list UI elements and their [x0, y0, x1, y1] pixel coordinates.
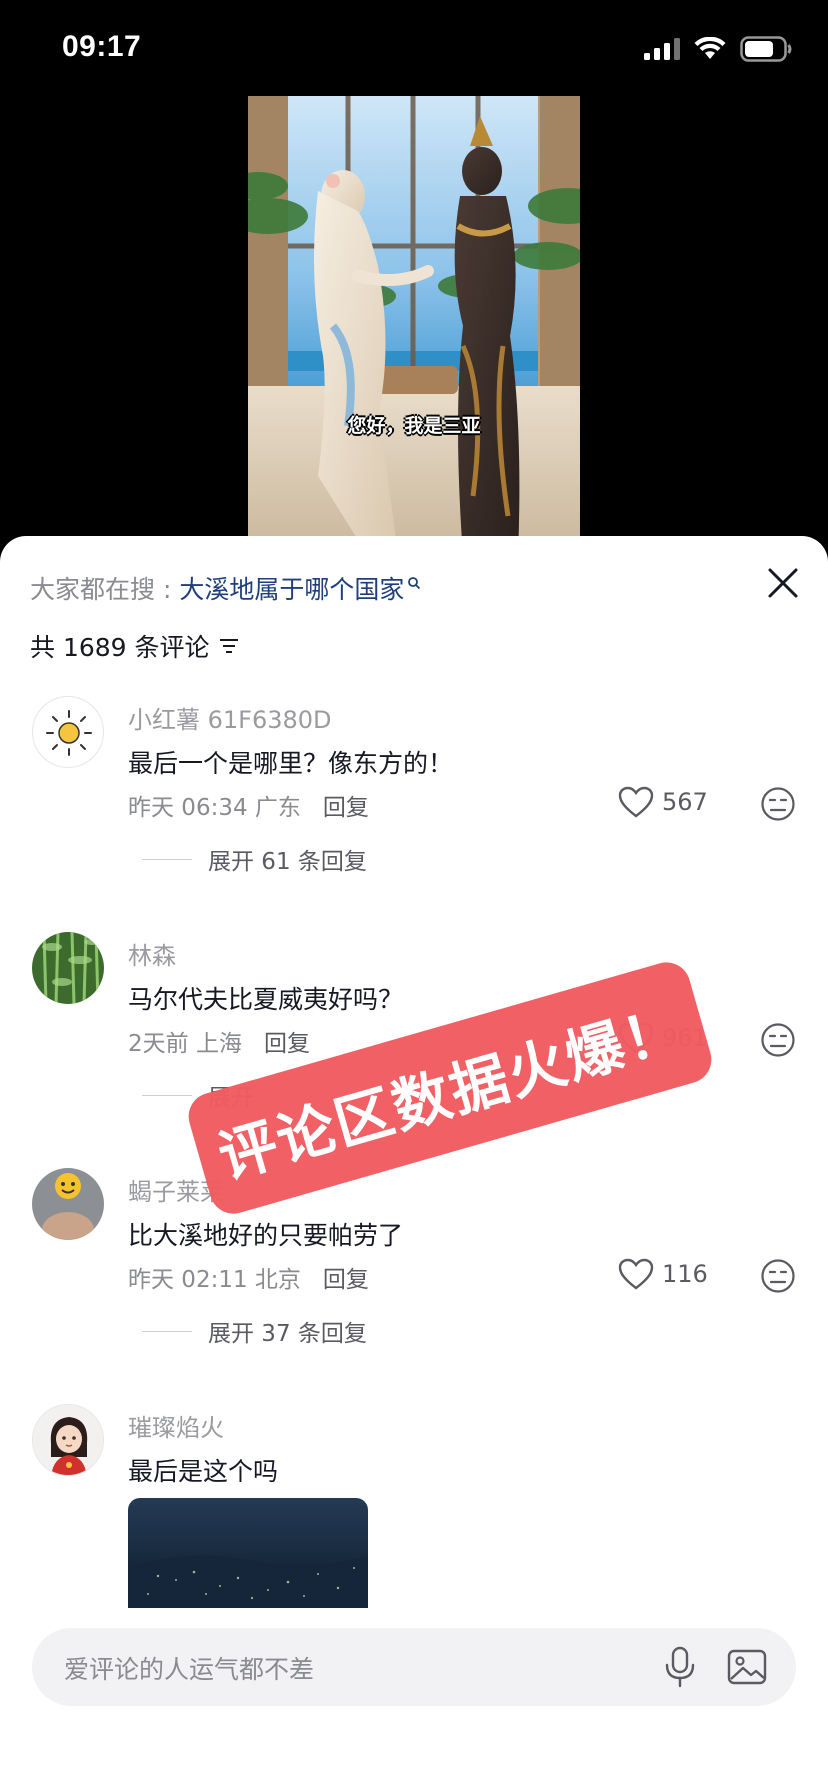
- avatar-image: [32, 1168, 104, 1240]
- video-frame: [248, 96, 580, 556]
- expand-divider: [142, 1330, 192, 1332]
- comment-text: 最后一个是哪里？像东方的！: [128, 749, 454, 778]
- like-button[interactable]: 116: [618, 1258, 708, 1290]
- expand-divider: [142, 858, 192, 860]
- status-time: 09:17: [62, 30, 142, 63]
- comment-image[interactable]: [128, 1498, 368, 1608]
- wifi-icon: [694, 37, 726, 59]
- heart-icon: [618, 786, 654, 818]
- night-city-image: [128, 1498, 368, 1608]
- signal-icon: [644, 38, 680, 60]
- reply-button[interactable]: 回复: [323, 788, 369, 822]
- avatar[interactable]: [32, 696, 104, 768]
- comment-meta: 2天前 上海 回复: [128, 1024, 310, 1058]
- close-icon[interactable]: [766, 566, 800, 600]
- expand-replies-label: 展开 61 条回复: [208, 849, 367, 875]
- image-icon[interactable]: [726, 1646, 768, 1688]
- comment-sheet: 大家都在搜 : 大溪地属于哪个国家 共 1689 条评论 小红薯 61F6380…: [0, 536, 828, 1792]
- avatar[interactable]: [32, 1168, 104, 1240]
- like-count: 116: [662, 1260, 708, 1288]
- comment-text: 最后是这个吗: [128, 1457, 279, 1486]
- sort-icon[interactable]: [218, 636, 240, 656]
- comment-count-row: 共 1689 条评论: [30, 628, 240, 664]
- expand-divider: [142, 1094, 192, 1096]
- bamboo-avatar-image: [32, 932, 104, 1004]
- like-count: 567: [662, 788, 708, 816]
- like-button[interactable]: 567: [618, 786, 708, 818]
- comment-meta: 昨天 06:34 广东 回复: [128, 788, 369, 822]
- comment-meta: 昨天 02:11 北京 回复: [128, 1260, 369, 1294]
- status-icons: [644, 36, 792, 62]
- comment-text: 比大溪地好的只要帕劳了: [128, 1221, 404, 1250]
- dislike-face-icon[interactable]: [760, 786, 796, 822]
- battery-icon: [740, 36, 792, 62]
- search-suggestion-prefix: 大家都在搜 :: [30, 575, 172, 604]
- dislike-face-icon[interactable]: [760, 1022, 796, 1058]
- video-player[interactable]: 您好，我是三亚: [248, 96, 580, 556]
- comment-time-location: 昨天 02:11 北京: [128, 1267, 301, 1293]
- avatar-image: [33, 1405, 103, 1475]
- search-icon: [408, 577, 421, 590]
- comment-input-placeholder[interactable]: 爱评论的人运气都不差: [64, 1650, 314, 1686]
- search-suggestion-term[interactable]: 大溪地属于哪个国家: [179, 570, 404, 606]
- heart-icon: [618, 1258, 654, 1290]
- video-caption: 您好，我是三亚: [347, 415, 481, 437]
- comment-username[interactable]: 璀璨焰火: [128, 1408, 224, 1443]
- comment-username[interactable]: 小红薯 61F6380D: [128, 700, 332, 735]
- comment-count: 共 1689 条评论: [30, 633, 210, 662]
- sun-icon: [46, 710, 92, 756]
- avatar[interactable]: [32, 932, 104, 1004]
- expand-replies-button[interactable]: 展开 61 条回复: [142, 842, 367, 876]
- status-bar: 09:17: [0, 0, 828, 96]
- expand-replies-label: 展开 37 条回复: [208, 1321, 367, 1347]
- comment-username[interactable]: 林森: [128, 936, 176, 971]
- avatar[interactable]: [32, 1404, 104, 1476]
- reply-button[interactable]: 回复: [264, 1024, 310, 1058]
- comment-time-location: 2天前 上海: [128, 1031, 242, 1057]
- reply-button[interactable]: 回复: [323, 1260, 369, 1294]
- expand-replies-button[interactable]: 展开 37 条回复: [142, 1314, 367, 1348]
- microphone-icon[interactable]: [660, 1646, 700, 1688]
- comment-input-bar[interactable]: 爱评论的人运气都不差: [32, 1628, 796, 1706]
- dislike-face-icon[interactable]: [760, 1258, 796, 1294]
- search-suggestion[interactable]: 大家都在搜 : 大溪地属于哪个国家: [30, 570, 421, 606]
- comment-time-location: 昨天 06:34 广东: [128, 795, 301, 821]
- comment-text: 马尔代夫比夏威夷好吗？: [128, 985, 404, 1014]
